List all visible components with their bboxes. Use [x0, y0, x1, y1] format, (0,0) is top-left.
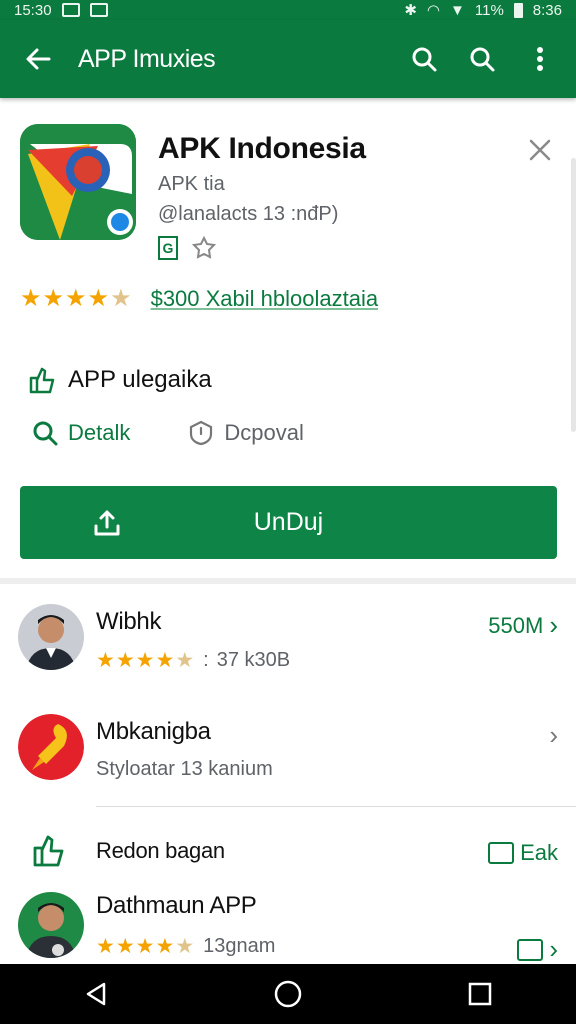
avatar: [18, 604, 84, 670]
notification-icon-2: [89, 3, 108, 17]
nav-recents-icon[interactable]: [450, 969, 510, 1019]
chevron-right-icon: ›: [549, 720, 558, 750]
search-icon-secondary[interactable]: [460, 37, 504, 81]
app-bar: APP Imuxies: [0, 20, 576, 98]
list-item-sub-text: 37 k30B: [216, 649, 291, 671]
section-divider: [0, 578, 576, 584]
back-arrow-icon[interactable]: [18, 39, 58, 79]
list-item[interactable]: Redon bagan Eak: [0, 826, 576, 876]
battery-percent: 11%: [474, 1, 504, 19]
list-item-action[interactable]: Eak: [488, 840, 558, 866]
status-bar: 15:30 ✱ ◠ ▼ 11% 8:36: [0, 0, 576, 20]
list-item-subtitle: Styloatar 13 kanium: [96, 758, 273, 780]
app-badges: G: [158, 236, 216, 260]
feature-label: APP ulegaika: [68, 366, 212, 393]
status-clock-right: 8:36: [532, 1, 562, 19]
nav-home-icon[interactable]: [258, 969, 318, 1019]
thumbs-up-icon: [33, 835, 64, 867]
list-item-action[interactable]: ›: [517, 934, 558, 965]
award-icon: [192, 236, 216, 260]
nav-back-icon[interactable]: [66, 969, 126, 1019]
action-label: Eak: [520, 840, 558, 865]
overflow-menu-icon[interactable]: [518, 37, 562, 81]
shield-icon: [190, 420, 213, 446]
size-label: 550M: [488, 612, 544, 638]
detail-label: Detalk: [68, 420, 131, 445]
search-icon[interactable]: [402, 37, 446, 81]
list-item[interactable]: Dathmaun APP ★★★★★ 13gnam ›: [0, 888, 576, 964]
list-item-title: Mbkanigba: [96, 718, 211, 745]
download-icon: [94, 510, 120, 536]
list-item-title: Dathmaun APP: [96, 892, 257, 919]
links-row: Detalk Dcpoval: [32, 420, 304, 446]
chevron-right-icon: ›: [549, 610, 558, 640]
list-item-subtitle: ★★★★★ 13gnam: [96, 934, 275, 959]
feature-row: APP ulegaika: [28, 366, 212, 394]
report-label: Dcpoval: [224, 420, 304, 445]
install-button[interactable]: UnDuj: [20, 486, 557, 559]
signal-icon: ▼: [450, 1, 465, 19]
close-icon[interactable]: [522, 132, 558, 168]
chevron-right-icon: ›: [549, 934, 558, 964]
list-item[interactable]: Mbkanigba Styloatar 13 kanium ›: [0, 710, 576, 800]
list-item[interactable]: Wibhk ★★★★★ : 37 k30B 550M ›: [0, 600, 576, 690]
list-item-size[interactable]: 550M ›: [488, 610, 558, 641]
divider: [96, 806, 576, 807]
open-icon: [517, 938, 544, 961]
app-developer[interactable]: APK tia: [158, 173, 225, 196]
app-icon: [20, 124, 136, 240]
price-link[interactable]: $300 Xabil hbloolaztaia: [151, 286, 379, 312]
open-icon: [488, 842, 515, 864]
navigation-bar: [0, 964, 576, 1024]
list-item-subtitle: ★★★★★ : 37 k30B: [96, 649, 291, 672]
rating-stars: ★★★★★: [96, 649, 196, 672]
editors-choice-icon: G: [158, 236, 178, 260]
app-name: APK Indonesia: [158, 132, 366, 165]
list-item-title: Wibhk: [96, 608, 162, 635]
list-item-sub-text: 13gnam: [203, 935, 276, 957]
app-bar-title: APP Imuxies: [78, 44, 216, 73]
wifi-icon: ◠: [426, 2, 441, 19]
list-item-title: Redon bagan: [96, 838, 225, 863]
thumbs-up-icon: [29, 367, 55, 394]
rating-stars: ★★★★★: [20, 285, 133, 312]
rating-stars: ★★★★★: [96, 935, 196, 958]
rating-row: ★★★★★ $300 Xabil hbloolaztaia: [20, 284, 378, 313]
avatar: [18, 892, 84, 958]
status-time: 15:30: [14, 1, 52, 19]
report-link[interactable]: Dcpoval: [188, 420, 304, 446]
search-icon: [33, 421, 58, 446]
app-icon-rocket: [18, 714, 84, 780]
battery-icon: [513, 2, 523, 18]
bluetooth-icon: ✱: [404, 2, 417, 19]
scrollbar[interactable]: [571, 158, 576, 432]
list-item-chevron[interactable]: ›: [549, 720, 558, 751]
notification-icon: [61, 3, 80, 17]
detail-link[interactable]: Detalk: [32, 420, 130, 446]
app-meta: @lanalacts 13 :nđP): [158, 203, 339, 225]
